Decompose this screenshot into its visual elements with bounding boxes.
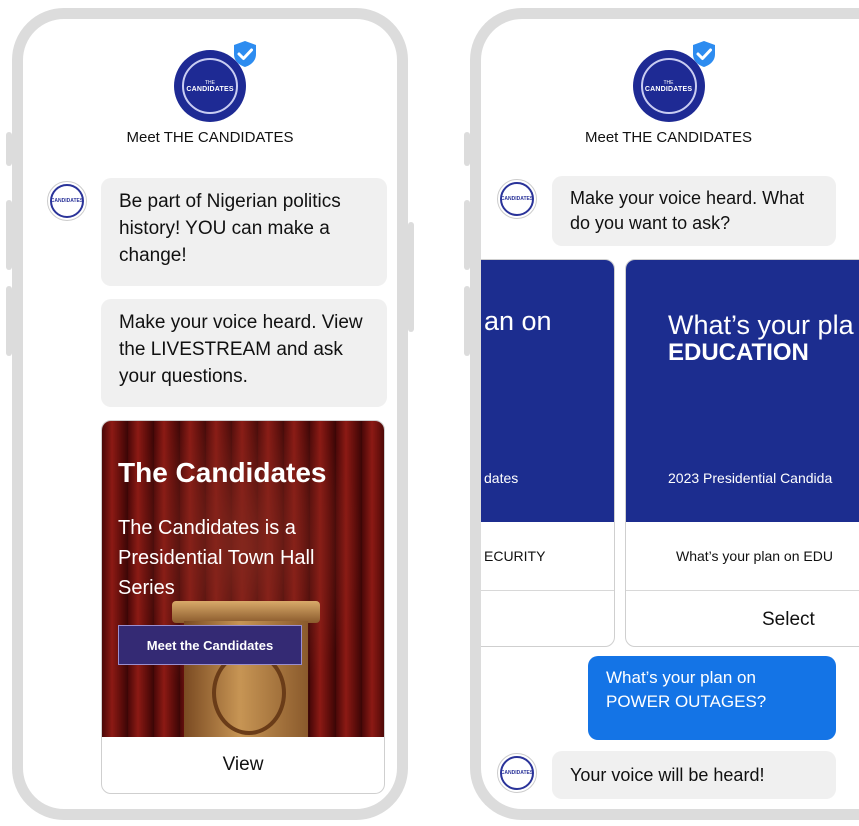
carousel-card-sub: dates xyxy=(484,470,519,486)
bot-avatar-text: CANDIDATES xyxy=(500,770,534,776)
bot-message-1: Be part of Nigerian politics history! YO… xyxy=(101,178,387,286)
chat-title: Meet THE CANDIDATES xyxy=(126,129,294,146)
view-button[interactable]: View xyxy=(102,737,384,793)
carousel-card-education[interactable]: What’s your pla EDUCATION 2023 President… xyxy=(625,259,859,647)
bot-avatar-logo: CANDIDATES xyxy=(50,184,84,218)
verified-badge-icon xyxy=(692,41,715,67)
bot-avatar-logo: CANDIDATES xyxy=(500,182,534,216)
carousel-card-heading: What’s your pla xyxy=(668,310,854,340)
bot-avatar-text: CANDIDATES xyxy=(50,198,84,204)
carousel-card-heading: an on xyxy=(484,306,552,336)
bot-avatar-logo: CANDIDATES xyxy=(500,756,534,790)
bot-avatar: CANDIDATES xyxy=(497,753,537,793)
chat-header: THE CANDIDATES Meet THE CANDIDATES xyxy=(481,19,859,159)
chat-header: THE CANDIDATES Meet THE CANDIDATES xyxy=(23,19,397,159)
carousel-card-caption: ECURITY xyxy=(481,522,614,591)
carousel-card-image: an on dates xyxy=(481,260,614,522)
carousel-card-topic: EDUCATION xyxy=(668,339,809,366)
carousel-card-sub: 2023 Presidential Candida xyxy=(668,470,833,486)
bot-reply: Your voice will be heard! xyxy=(552,751,836,799)
phone-left: THE CANDIDATES Meet THE CANDIDATES CANDI… xyxy=(12,8,408,820)
livestream-card: The Candidates The Candidates is a Presi… xyxy=(101,420,385,794)
carousel-card-security[interactable]: an on dates ECURITY xyxy=(481,259,615,647)
chat-title: Meet THE CANDIDATES xyxy=(585,129,752,146)
card-heading: The Candidates xyxy=(118,457,327,488)
card-image: The Candidates The Candidates is a Presi… xyxy=(102,421,384,737)
carousel-card-caption: What’s your plan on EDU xyxy=(626,522,859,591)
select-button[interactable]: Select xyxy=(626,590,859,646)
card-body: The Candidates is a Presidential Town Ha… xyxy=(118,517,315,599)
question-carousel[interactable]: an on dates ECURITY What’s your pla EDUC… xyxy=(481,259,859,649)
bot-avatar-text: CANDIDATES xyxy=(500,196,534,202)
logo-text: CANDIDATES xyxy=(186,85,234,93)
carousel-card-image: What’s your pla EDUCATION 2023 President… xyxy=(626,260,859,522)
phone-right: THE CANDIDATES Meet THE CANDIDATES CANDI… xyxy=(470,8,859,820)
meet-candidates-button[interactable]: Meet the Candidates xyxy=(118,625,302,665)
bot-message: Make your voice heard. What do you want … xyxy=(552,176,836,246)
podium-top xyxy=(172,601,320,623)
phone-side-button xyxy=(408,222,414,332)
logo-text: CANDIDATES xyxy=(644,85,693,93)
user-message: What’s your plan on POWER OUTAGES? xyxy=(588,656,836,740)
bot-avatar: CANDIDATES xyxy=(497,179,537,219)
verified-badge-icon xyxy=(234,41,256,67)
bot-message-2: Make your voice heard. View the LIVESTRE… xyxy=(101,299,387,407)
bot-avatar: CANDIDATES xyxy=(47,181,87,221)
